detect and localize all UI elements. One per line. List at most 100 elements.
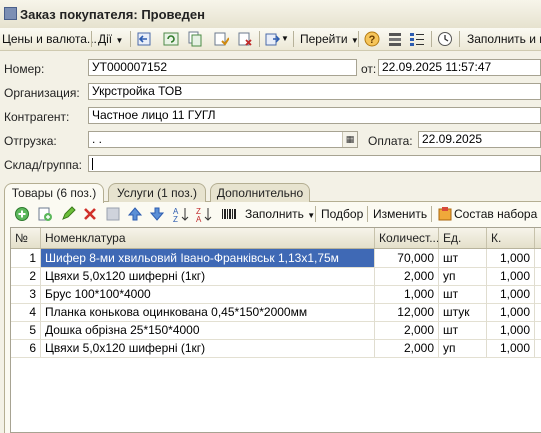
cell-item[interactable]: Цвяхи 5,0х120 шиферні (1кг) xyxy=(41,267,375,285)
cell-number[interactable]: 1 xyxy=(11,249,41,267)
cell-quantity[interactable]: 70,000 xyxy=(375,249,439,267)
cell-unit[interactable]: шт xyxy=(439,321,487,339)
window-title: Заказ покупателя: Проведен xyxy=(20,7,205,22)
text-cursor xyxy=(92,157,93,170)
cell-item[interactable]: Брус 100*100*4000 xyxy=(41,285,375,303)
shipment-date-field[interactable]: . . ▦ xyxy=(88,131,358,148)
column-header-coefficient[interactable]: К. xyxy=(487,228,535,248)
column-header-item[interactable]: Номенклатура xyxy=(41,228,375,248)
back-to-list-icon[interactable] xyxy=(136,31,152,47)
create-based-on-icon[interactable] xyxy=(264,31,280,47)
copy-document-icon[interactable] xyxy=(187,31,203,47)
cell-item[interactable]: Цвяхи 5,0х120 шиферні (1кг) xyxy=(41,339,375,357)
cell-item[interactable]: Планка конькова оцинкована 0,45*150*2000… xyxy=(41,303,375,321)
kit-composition-button[interactable]: Состав набора xyxy=(454,206,537,222)
cell-number[interactable]: 3 xyxy=(11,285,41,303)
cell-quantity[interactable]: 2,000 xyxy=(375,321,439,339)
calendar-icon[interactable]: ▦ xyxy=(342,132,357,147)
selection-button[interactable]: Подбор xyxy=(321,206,363,222)
help-icon[interactable]: ? xyxy=(364,31,380,47)
tab-services[interactable]: Услуги (1 поз.) xyxy=(108,183,206,202)
cell-quantity[interactable]: 2,000 xyxy=(375,267,439,285)
cell-number[interactable]: 6 xyxy=(11,339,41,357)
shipment-date-value: . . xyxy=(92,132,103,146)
cell-number[interactable]: 5 xyxy=(11,321,41,339)
move-up-icon[interactable] xyxy=(127,206,143,222)
cell-quantity[interactable]: 2,000 xyxy=(375,339,439,357)
go-menu-button[interactable]: Перейти ▼ xyxy=(300,31,359,47)
column-header-quantity[interactable]: Количест... xyxy=(375,228,439,248)
kit-icon xyxy=(437,206,453,222)
sort-descending-icon[interactable]: ZA xyxy=(196,206,212,222)
move-down-icon[interactable] xyxy=(149,206,165,222)
cell-unit[interactable]: уп xyxy=(439,339,487,357)
cell-coefficient[interactable]: 1,000 xyxy=(487,285,535,303)
edit-pencil-icon[interactable] xyxy=(60,206,76,222)
number-field[interactable]: УТ000007152 xyxy=(88,59,357,76)
payment-date-field[interactable]: 22.09.2025 xyxy=(418,131,541,148)
table-row[interactable]: 4 Планка конькова оцинкована 0,45*150*200… xyxy=(11,303,541,322)
structure-icon[interactable] xyxy=(387,31,403,47)
window-titlebar: Заказ покупателя: Проведен xyxy=(0,0,541,29)
main-toolbar: Цены и валюта... Дії ▼ ▼ Перейти ▼ ? Зап… xyxy=(0,28,541,51)
cell-coefficient[interactable]: 1,000 xyxy=(487,267,535,285)
organization-field[interactable]: Укрстройка ТОВ xyxy=(88,83,541,100)
add-row-icon[interactable] xyxy=(14,206,30,222)
cell-unit[interactable]: уп xyxy=(439,267,487,285)
table-row[interactable]: 1 Шифер 8-ми хвильовий Івано-Франківськ 1… xyxy=(11,249,541,268)
cell-quantity[interactable]: 1,000 xyxy=(375,285,439,303)
cell-item[interactable]: Шифер 8-ми хвильовий Івано-Франківськ 1,… xyxy=(41,249,375,267)
end-edit-icon[interactable] xyxy=(105,206,121,222)
toolbar-separator xyxy=(259,31,260,47)
svg-text:?: ? xyxy=(369,34,376,46)
table-row[interactable]: 2 Цвяхи 5,0х120 шиферні (1кг) 2,000 уп 1,000 xyxy=(11,267,541,286)
toolbar-separator xyxy=(367,206,368,222)
cell-coefficient[interactable]: 1,000 xyxy=(487,249,535,267)
cell-number[interactable]: 2 xyxy=(11,267,41,285)
post-document-icon[interactable] xyxy=(213,31,229,47)
date-label: от: xyxy=(361,62,377,76)
column-header-number[interactable]: № xyxy=(11,228,41,248)
fill-label: Заполнить xyxy=(245,207,304,221)
actions-menu-button[interactable]: Дії ▼ xyxy=(98,31,123,47)
copy-row-icon[interactable] xyxy=(37,206,53,222)
warehouse-field[interactable] xyxy=(88,155,541,172)
cell-unit[interactable]: шт xyxy=(439,285,487,303)
tab-goods[interactable]: Товары (6 поз.) xyxy=(4,183,104,203)
column-header-extra[interactable] xyxy=(535,228,541,248)
cell-coefficient[interactable]: 1,000 xyxy=(487,321,535,339)
cell-item[interactable]: Дошка обрізна 25*150*4000 xyxy=(41,321,375,339)
toolbar-separator xyxy=(315,206,316,222)
fill-menu-button[interactable]: Заполнить ▼ xyxy=(245,206,315,222)
list-settings-icon[interactable] xyxy=(409,31,425,47)
date-field[interactable]: 22.09.2025 11:57:47 xyxy=(378,59,541,76)
history-clock-icon[interactable] xyxy=(437,31,453,47)
cell-coefficient[interactable]: 1,000 xyxy=(487,303,535,321)
refresh-icon[interactable] xyxy=(163,31,179,47)
cell-quantity[interactable]: 12,000 xyxy=(375,303,439,321)
contractor-field[interactable]: Частное лицо 11 ГУГЛ xyxy=(88,107,541,124)
barcode-icon[interactable] xyxy=(221,206,237,222)
cell-number[interactable]: 4 xyxy=(11,303,41,321)
table-row[interactable]: 3 Брус 100*100*4000 1,000 шт 1,000 xyxy=(11,285,541,304)
goods-table: № Номенклатура Количест... Ед. К. 1 Шифер… xyxy=(10,227,541,433)
payment-label: Оплата: xyxy=(368,134,413,148)
toolbar-separator xyxy=(431,206,432,222)
prices-currency-button[interactable]: Цены и валюта... xyxy=(2,31,97,47)
table-row[interactable]: 5 Дошка обрізна 25*150*4000 2,000 шт 1,000 xyxy=(11,321,541,340)
go-label: Перейти xyxy=(300,32,348,46)
fill-and-print-button[interactable]: Заполнить и п xyxy=(467,31,541,47)
table-row[interactable]: 6 Цвяхи 5,0х120 шиферні (1кг) 2,000 уп 1,000 xyxy=(11,339,541,358)
cell-coefficient[interactable]: 1,000 xyxy=(487,339,535,357)
column-header-unit[interactable]: Ед. xyxy=(439,228,487,248)
sort-ascending-icon[interactable]: AZ xyxy=(173,206,189,222)
unpost-document-icon[interactable] xyxy=(237,31,253,47)
cell-unit[interactable]: шт xyxy=(439,249,487,267)
tab-additional[interactable]: Дополнительно xyxy=(210,183,310,202)
change-button[interactable]: Изменить xyxy=(373,206,427,222)
shipment-label: Отгрузка: xyxy=(4,134,57,148)
chevron-down-icon[interactable]: ▼ xyxy=(281,31,289,47)
document-icon xyxy=(4,7,17,20)
cell-unit[interactable]: штук xyxy=(439,303,487,321)
delete-icon[interactable] xyxy=(82,206,98,222)
